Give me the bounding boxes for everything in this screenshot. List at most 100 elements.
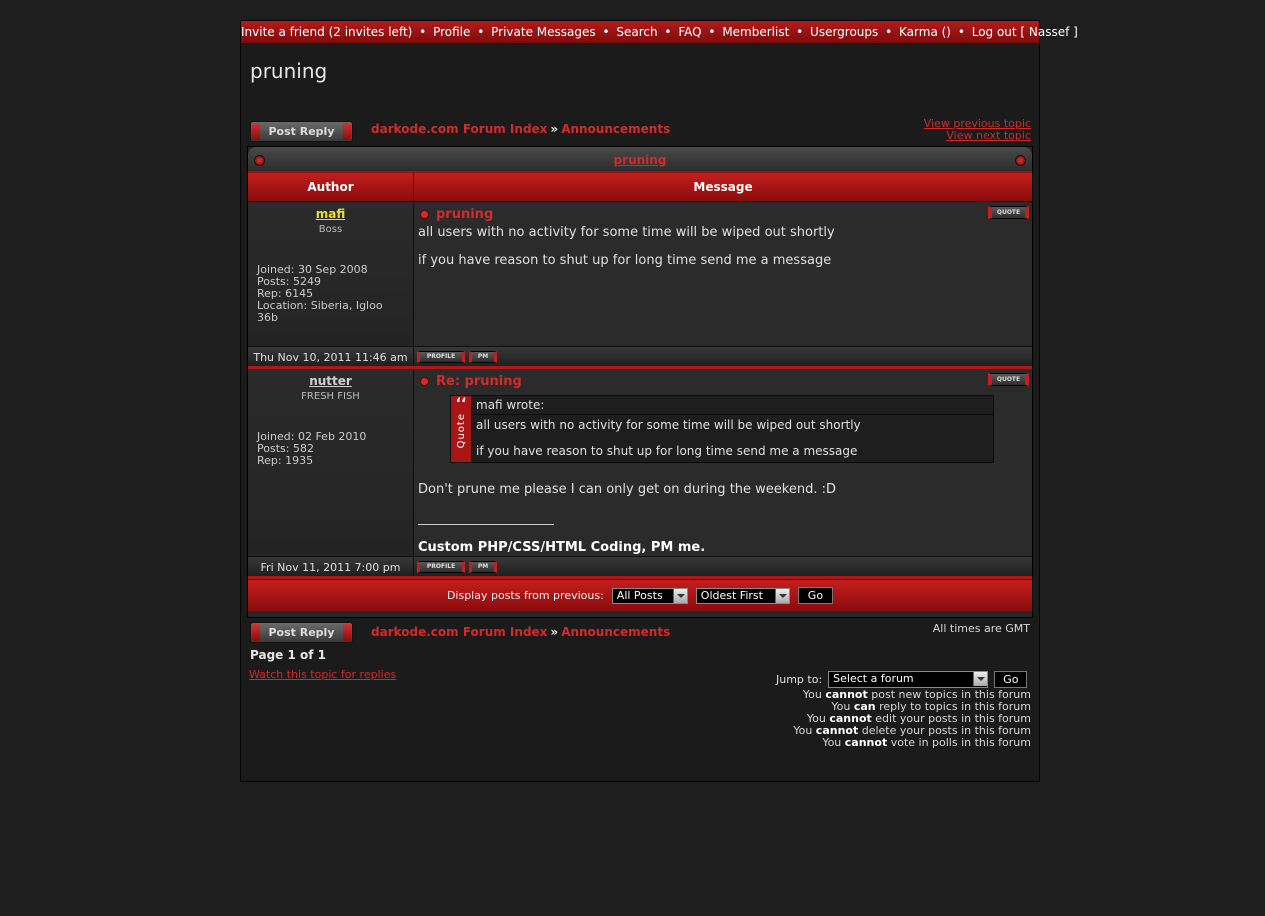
- nav-separator: •: [664, 25, 672, 39]
- topic-board: pruning Author Message mafi Boss Joined:…: [247, 146, 1033, 618]
- breadcrumb: darkode.com Forum Index» Announcements: [371, 625, 670, 639]
- post-actions: PROFILE PM: [414, 557, 1032, 576]
- post-author-cell: mafi Boss Joined: 30 Sep 2008 Posts: 524…: [248, 202, 414, 346]
- breadcrumb-forum-index[interactable]: darkode.com Forum Index: [371, 122, 547, 136]
- permission-prefix: You: [802, 688, 826, 701]
- display-go-button[interactable]: Go: [797, 587, 834, 604]
- post-message-cell: pruning QUOTE all users with no activity…: [414, 202, 1032, 346]
- nav-faq[interactable]: FAQ: [678, 25, 701, 39]
- nav-separator: •: [885, 25, 893, 39]
- page-title: pruning: [250, 59, 328, 83]
- profile-button[interactable]: PROFILE: [417, 560, 465, 573]
- jump-to-form: Jump to: Select a forum Go: [776, 671, 1028, 688]
- nav-usergroups[interactable]: Usergroups: [810, 25, 878, 39]
- permission-line: You cannot vote in polls in this forum: [793, 737, 1031, 749]
- user-details: Joined: 02 Feb 2010 Posts: 582 Rep: 1935: [257, 431, 407, 467]
- display-label: Display posts from previous:: [446, 589, 604, 602]
- post-reply-button[interactable]: Post Reply: [250, 121, 353, 142]
- quote-line: all users with no activity for some time…: [476, 418, 861, 432]
- page-wrapper: Invite a friend (2 invites left) • Profi…: [240, 20, 1078, 782]
- post-reply-button[interactable]: Post Reply: [250, 622, 353, 643]
- message-column-header: Message: [693, 180, 753, 194]
- author-column-header: Author: [248, 173, 414, 201]
- post-body: Don't prune me please I can only get on …: [418, 482, 1028, 498]
- post-date: Fri Nov 11, 2011 7:00 pm: [248, 557, 414, 576]
- post-subject-text: Re: pruning: [436, 374, 522, 389]
- breadcrumb: darkode.com Forum Index» Announcements: [371, 122, 670, 136]
- post-date: Thu Nov 10, 2011 11:46 am: [248, 347, 414, 366]
- quote-button[interactable]: QUOTE: [988, 373, 1029, 386]
- quote-tab: ‘‘ Quote: [451, 396, 471, 462]
- post-row: nutter FRESH FISH Joined: 02 Feb 2010 Po…: [248, 369, 1032, 557]
- order-select[interactable]: Oldest First: [695, 587, 790, 604]
- forum-jump-value: Select a forum: [833, 672, 914, 685]
- breadcrumb-separator: »: [550, 122, 559, 136]
- permission-text: vote in polls in this forum: [887, 736, 1031, 749]
- post-actions: PROFILE PM: [414, 347, 1032, 366]
- breadcrumb-announcements[interactable]: Announcements: [561, 625, 670, 639]
- user-details: Joined: 30 Sep 2008 Posts: 5249 Rep: 614…: [257, 264, 407, 324]
- quote-button[interactable]: QUOTE: [988, 206, 1029, 219]
- breadcrumb-announcements[interactable]: Announcements: [561, 122, 670, 136]
- permission-prefix: You: [793, 724, 816, 737]
- order-select-value: Oldest First: [700, 588, 763, 602]
- post-body-line: if you have reason to shut up for long t…: [418, 253, 832, 268]
- post-bullet-icon: [421, 378, 428, 385]
- timezone-note: All times are GMT: [932, 622, 1030, 635]
- view-next-topic-link[interactable]: View next topic: [946, 129, 1031, 142]
- nav-search[interactable]: Search: [616, 25, 657, 39]
- header-dot-icon: [1015, 155, 1026, 166]
- post-username[interactable]: mafi: [257, 207, 404, 221]
- nav-separator: •: [477, 25, 485, 39]
- post-body: all users with no activity for some time…: [418, 225, 1028, 269]
- nav-private-messages[interactable]: Private Messages: [491, 25, 596, 39]
- forum-jump-select[interactable]: Select a forum: [828, 671, 989, 688]
- user-rank: Boss: [318, 224, 343, 235]
- pm-button[interactable]: PM: [469, 560, 497, 573]
- post-author-cell: nutter FRESH FISH Joined: 02 Feb 2010 Po…: [248, 369, 414, 556]
- post-username[interactable]: nutter: [257, 374, 404, 388]
- profile-button[interactable]: PROFILE: [417, 350, 465, 363]
- table-header: Author Message: [248, 173, 1032, 202]
- nav-karma[interactable]: Karma (): [899, 25, 951, 39]
- quote-text: all users with no activity for some time…: [471, 415, 993, 462]
- pm-button[interactable]: PM: [469, 350, 497, 363]
- nav-separator: •: [602, 25, 610, 39]
- quote-content: mafi wrote: all users with no activity f…: [471, 396, 993, 462]
- post-signature: Custom PHP/CSS/HTML Coding, PM me.: [418, 540, 706, 555]
- quote-block: ‘‘ Quote mafi wrote: all users with no a…: [450, 395, 994, 463]
- quote-author: mafi wrote:: [471, 396, 993, 415]
- chevron-down-icon: [774, 588, 789, 603]
- user-location: Location: Siberia, Igloo 36b: [257, 299, 383, 324]
- nav-separator: •: [708, 25, 716, 39]
- jump-label: Jump to:: [776, 673, 823, 686]
- nav-separator: •: [419, 25, 427, 39]
- jump-go-button[interactable]: Go: [994, 671, 1028, 688]
- post-row: mafi Boss Joined: 30 Sep 2008 Posts: 524…: [248, 202, 1032, 347]
- nav-memberlist[interactable]: Memberlist: [722, 25, 789, 39]
- permission-status: cannot: [844, 736, 888, 749]
- pagination-text: Page 1 of 1: [250, 648, 326, 662]
- topic-header: pruning: [248, 147, 1032, 173]
- post-footer: Thu Nov 10, 2011 11:46 am PROFILE PM: [248, 347, 1032, 369]
- top-navigation: Invite a friend (2 invites left) • Profi…: [241, 21, 1078, 44]
- breadcrumb-forum-index[interactable]: darkode.com Forum Index: [371, 625, 547, 639]
- nav-separator: •: [957, 25, 965, 39]
- quote-tab-label: Quote: [455, 413, 467, 449]
- watch-topic-link[interactable]: Watch this topic for replies: [249, 668, 396, 681]
- post-subject: Re: pruning: [418, 374, 1028, 389]
- forum-permissions: You cannot post new topics in this forum…: [793, 689, 1031, 749]
- topic-title-link[interactable]: pruning: [614, 153, 667, 167]
- chevron-down-icon: [672, 588, 687, 603]
- topic-navigation: View previous topic View next topic: [924, 118, 1031, 142]
- post-bullet-icon: [421, 211, 428, 218]
- nav-profile[interactable]: Profile: [433, 25, 470, 39]
- post-subject: pruning: [418, 207, 1028, 222]
- nav-invite[interactable]: Invite a friend (2 invites left): [241, 25, 412, 39]
- signature-divider: [418, 524, 554, 525]
- breadcrumb-separator: »: [550, 625, 559, 639]
- user-rank: FRESH FISH: [301, 391, 360, 402]
- days-select[interactable]: All Posts: [611, 587, 688, 604]
- nav-logout[interactable]: Log out [ Nassef ]: [972, 25, 1078, 39]
- permission-prefix: You: [822, 736, 845, 749]
